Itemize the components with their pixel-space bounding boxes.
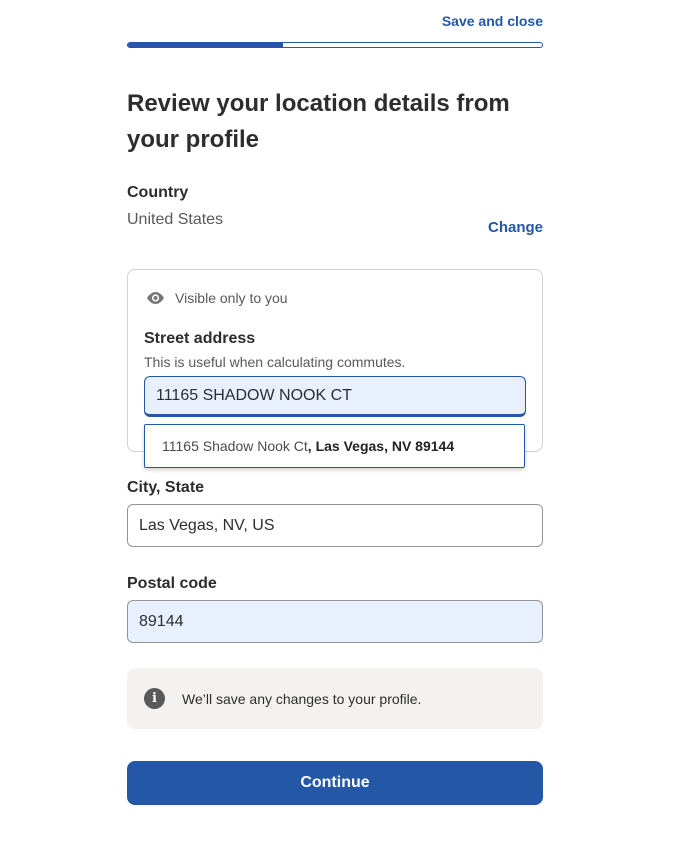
street-address-input[interactable]: [144, 376, 526, 417]
street-address-label: Street address: [144, 330, 256, 347]
suggestion-street: 11165 Shadow Nook Ct: [162, 438, 308, 454]
save-notice: i We’ll save any changes to your profile…: [127, 668, 543, 729]
save-notice-text: We’ll save any changes to your profile.: [182, 690, 422, 707]
progress-bar-fill: [128, 43, 284, 47]
change-country-link[interactable]: Change: [488, 219, 543, 236]
page-title: Review your location details from your p…: [127, 90, 510, 153]
suggestion-city: Las Vegas, NV 89144: [315, 438, 455, 454]
postal-code-input[interactable]: [127, 600, 543, 643]
city-state-label: City, State: [127, 479, 205, 496]
country-label: Country: [127, 184, 189, 201]
city-state-input[interactable]: [127, 504, 543, 547]
visibility-notice: Visible only to you: [145, 290, 288, 306]
address-suggestion-item[interactable]: 11165 Shadow Nook Ct, Las Vegas, NV 8914…: [144, 424, 525, 468]
postal-code-label: Postal code: [127, 575, 217, 592]
street-address-help: This is useful when calculating commutes…: [144, 354, 406, 370]
continue-button[interactable]: Continue: [127, 761, 543, 805]
location-review-page: Save and close Review your location deta…: [0, 0, 689, 851]
suggestion-separator: ,: [307, 438, 316, 454]
save-and-close-link[interactable]: Save and close: [442, 13, 543, 29]
visibility-text: Visible only to you: [175, 290, 288, 306]
country-value: United States: [127, 211, 224, 228]
progress-bar: [127, 42, 543, 48]
eye-icon: [145, 290, 166, 306]
info-icon: i: [144, 688, 165, 709]
